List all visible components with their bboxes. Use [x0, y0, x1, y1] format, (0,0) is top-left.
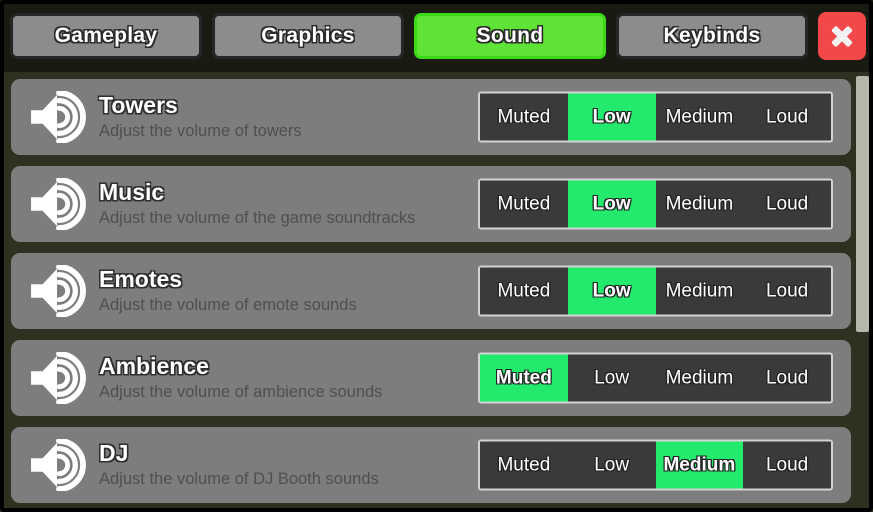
volume-option-loud[interactable]: Loud	[743, 93, 831, 141]
vertical-scrollbar-track[interactable]	[856, 74, 869, 510]
volume-option-medium[interactable]: Medium	[655, 180, 744, 228]
speaker-icon	[25, 177, 91, 231]
volume-option-low[interactable]: Low	[567, 354, 656, 402]
tab-keybinds[interactable]: Keybinds	[616, 13, 808, 59]
volume-option-low[interactable]: Low	[567, 93, 656, 141]
volume-option-medium[interactable]: Medium	[655, 441, 744, 489]
speaker-icon	[25, 264, 91, 318]
tab-label: Gameplay	[54, 24, 158, 47]
sound-settings-list: Towers Adjust the volume of towers Muted Lo…	[0, 72, 873, 512]
volume-selector: Muted Low Medium Loud	[478, 352, 833, 404]
settings-window: Gameplay Graphics Sound Keybinds Towers Adju…	[0, 0, 873, 512]
setting-row-music: Music Adjust the volume of the game sound…	[11, 166, 851, 242]
volume-selector: Muted Low Medium Loud	[478, 178, 833, 230]
volume-option-loud[interactable]: Loud	[743, 180, 831, 228]
volume-option-medium[interactable]: Medium	[655, 354, 744, 402]
volume-option-loud[interactable]: Loud	[743, 354, 831, 402]
volume-selector: Muted Low Medium Loud	[478, 91, 833, 143]
volume-option-low[interactable]: Low	[567, 441, 656, 489]
volume-option-loud[interactable]: Loud	[743, 441, 831, 489]
close-button[interactable]	[818, 12, 866, 60]
volume-option-medium[interactable]: Medium	[655, 267, 744, 315]
volume-option-loud[interactable]: Loud	[743, 267, 831, 315]
tab-graphics[interactable]: Graphics	[212, 13, 404, 59]
volume-option-muted[interactable]: Muted	[480, 93, 568, 141]
settings-tab-bar: Gameplay Graphics Sound Keybinds	[0, 0, 873, 72]
speaker-icon	[25, 90, 91, 144]
setting-row-ambience: Ambience Adjust the volume of ambience so…	[11, 340, 851, 416]
volume-option-low[interactable]: Low	[567, 267, 656, 315]
tab-gameplay[interactable]: Gameplay	[10, 13, 202, 59]
volume-option-low[interactable]: Low	[567, 180, 656, 228]
volume-selector: Muted Low Medium Loud	[478, 439, 833, 491]
volume-selector: Muted Low Medium Loud	[478, 265, 833, 317]
tab-label: Keybinds	[663, 24, 761, 47]
speaker-icon	[25, 438, 91, 492]
setting-row-emotes: Emotes Adjust the volume of emote sounds M…	[11, 253, 851, 329]
speaker-icon	[25, 351, 91, 405]
volume-option-muted[interactable]: Muted	[480, 267, 568, 315]
volume-option-muted[interactable]: Muted	[480, 354, 568, 402]
vertical-scrollbar-thumb[interactable]	[856, 76, 869, 332]
volume-option-medium[interactable]: Medium	[655, 93, 744, 141]
tab-label: Graphics	[261, 24, 355, 47]
volume-option-muted[interactable]: Muted	[480, 441, 568, 489]
setting-row-towers: Towers Adjust the volume of towers Muted Lo…	[11, 79, 851, 155]
close-icon	[829, 23, 855, 49]
tab-label: Sound	[476, 24, 544, 47]
tab-sound[interactable]: Sound	[414, 13, 606, 59]
volume-option-muted[interactable]: Muted	[480, 180, 568, 228]
setting-row-dj: DJ Adjust the volume of DJ Booth sounds Mu…	[11, 427, 851, 503]
